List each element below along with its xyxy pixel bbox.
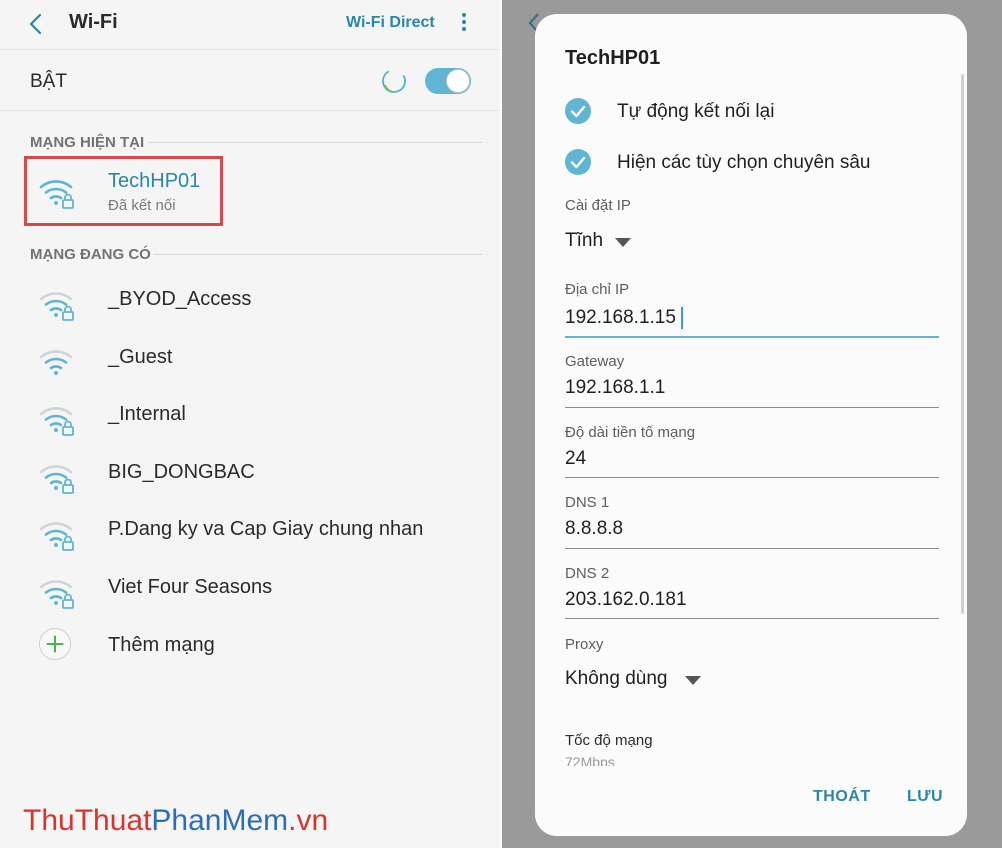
- network-config-dialog: TechHP01 Tự động kết nối lại Hiện các tù…: [535, 14, 967, 836]
- wifi-lock-icon: [39, 579, 74, 609]
- advanced-options-checkbox[interactable]: Hiện các tùy chọn chuyên sâu: [617, 152, 871, 174]
- dns2-input[interactable]: 203.162.0.181: [565, 589, 687, 611]
- wifi-settings-screen: Wi-Fi Wi-Fi Direct BẬT MẠNG HIỆN TẠI Tec…: [0, 0, 500, 848]
- proxy-dropdown[interactable]: Không dùng: [565, 668, 668, 690]
- text-cursor: [681, 307, 683, 329]
- divider: [153, 254, 482, 255]
- divider: [148, 142, 482, 143]
- gateway-underline: [565, 407, 939, 408]
- wifi-lock-icon: [39, 522, 74, 551]
- gateway-label: Gateway: [565, 353, 625, 370]
- wifi-icon: [39, 349, 73, 375]
- gateway-input[interactable]: 192.168.1.1: [565, 377, 665, 399]
- prefix-length-underline: [565, 477, 939, 478]
- network-item[interactable]: _Internal: [108, 403, 186, 426]
- more-vert-icon[interactable]: [456, 11, 472, 37]
- wifi-lock-icon: [39, 407, 74, 436]
- network-speed-label: Tốc độ mạng: [565, 732, 653, 749]
- cancel-button[interactable]: THOÁT: [813, 788, 871, 806]
- ip-address-underline: [565, 336, 939, 338]
- network-item[interactable]: P.Dang ky va Cap Giay chung nhan: [108, 518, 423, 541]
- network-item[interactable]: _BYOD_Access: [108, 288, 251, 311]
- dialog-title: TechHP01: [565, 47, 661, 69]
- dns2-underline: [565, 618, 939, 619]
- wifi-toggle-label: BẬT: [30, 71, 67, 92]
- wifi-lock-icon: [39, 464, 74, 494]
- dns2-label: DNS 2: [565, 565, 610, 582]
- add-network-button[interactable]: Thêm mạng: [108, 634, 215, 657]
- available-networks-header: MẠNG ĐANG CÓ: [30, 246, 151, 263]
- current-network-status: Đã kết nối: [108, 197, 176, 214]
- scrollbar[interactable]: [961, 74, 964, 614]
- wifi-lock-icon: [39, 292, 74, 321]
- network-item[interactable]: Viet Four Seasons: [108, 576, 272, 599]
- ip-address-input[interactable]: 192.168.1.15: [565, 307, 676, 329]
- dns1-underline: [565, 548, 939, 549]
- check-icon[interactable]: [565, 149, 591, 175]
- auto-reconnect-checkbox[interactable]: Tự động kết nối lại: [617, 101, 774, 123]
- proxy-label: Proxy: [565, 636, 604, 653]
- ip-settings-dropdown[interactable]: Tĩnh: [565, 230, 603, 252]
- prefix-length-label: Độ dài tiền tố mạng: [565, 424, 696, 441]
- back-arrow-icon[interactable]: [26, 12, 46, 36]
- wifi-toggle-row[interactable]: BẬT: [0, 51, 500, 111]
- dropdown-triangle-icon[interactable]: [685, 676, 701, 685]
- page-title: Wi-Fi: [69, 11, 118, 33]
- wifi-lock-icon: [39, 180, 74, 209]
- ip-settings-label: Cài đặt IP: [565, 197, 631, 214]
- wifi-toggle-switch[interactable]: [425, 68, 471, 94]
- app-bar: Wi-Fi Wi-Fi Direct: [0, 0, 500, 50]
- prefix-length-input[interactable]: 24: [565, 448, 586, 470]
- current-network-name[interactable]: TechHP01: [108, 170, 200, 193]
- ip-address-label: Địa chỉ IP: [565, 281, 630, 298]
- network-item[interactable]: _Guest: [108, 346, 172, 369]
- plus-icon[interactable]: [39, 628, 71, 660]
- watermark-logo: ThuThuatPhanMem.vn: [23, 804, 329, 837]
- loading-spinner-icon: [382, 69, 406, 93]
- wifi-direct-button[interactable]: Wi-Fi Direct: [346, 14, 435, 32]
- network-item[interactable]: BIG_DONGBAC: [108, 461, 255, 484]
- save-button[interactable]: LƯU: [907, 788, 943, 806]
- check-icon[interactable]: [565, 98, 591, 124]
- dimmed-background: TechHP01 Tự động kết nối lại Hiện các tù…: [502, 0, 1002, 848]
- dropdown-triangle-icon[interactable]: [615, 238, 631, 247]
- dialog-footer: [535, 766, 967, 836]
- current-network-header: MẠNG HIỆN TẠI: [30, 134, 145, 151]
- network-speed-value: 72Mbps: [565, 754, 615, 766]
- dns1-label: DNS 1: [565, 494, 610, 511]
- dns1-input[interactable]: 8.8.8.8: [565, 518, 623, 540]
